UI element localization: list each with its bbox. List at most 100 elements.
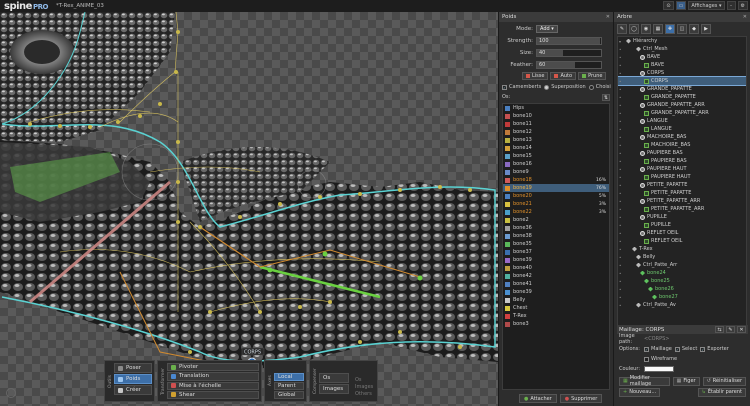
visibility-icon[interactable]: •: [619, 87, 624, 92]
tree-bone-node[interactable]: • Ctrl_Patte_Arr: [618, 261, 746, 269]
visibility-icon[interactable]: •: [619, 183, 624, 188]
events-filter-icon[interactable]: ◆: [689, 24, 699, 34]
poser-tool-button[interactable]: Poser: [114, 363, 152, 373]
link-icon[interactable]: ⇆: [715, 326, 724, 333]
image-path-value[interactable]: <CORPS>: [644, 336, 669, 342]
tree-bone-node[interactable]: • bone24: [618, 269, 746, 277]
hierarchy-root[interactable]: ▾ Hiérarchy: [618, 37, 746, 45]
pencil-icon[interactable]: ✎: [617, 24, 627, 34]
attacher-button[interactable]: ● Attacher: [519, 394, 557, 403]
visibility-icon[interactable]: •: [619, 207, 624, 212]
visibility-icon[interactable]: •: [619, 287, 624, 292]
anim-filter-icon[interactable]: ▶: [701, 24, 711, 34]
bone-weight-row[interactable]: bone42: [503, 272, 609, 280]
visibility-icon[interactable]: •: [619, 135, 624, 140]
bone-weight-row[interactable]: bone37: [503, 248, 609, 256]
visibility-icon[interactable]: •: [619, 255, 624, 260]
bone-weight-row[interactable]: Hips: [503, 104, 609, 112]
view-menu[interactable]: Affichages ▾: [688, 1, 725, 10]
choisi-radio[interactable]: Choisi: [588, 84, 611, 90]
etablir-parent-button[interactable]: ↳ Établir parent: [697, 387, 746, 397]
tree-attachment-node[interactable]: • PETITE_PAPATTE: [618, 189, 746, 197]
attachments-filter-icon[interactable]: ▦: [653, 24, 663, 34]
bone-weight-row[interactable]: T-Rex: [503, 312, 609, 320]
bone-weight-row[interactable]: bone39: [503, 288, 609, 296]
tree-slot-node[interactable]: • GRANDE_PAPATTE_ARR: [618, 101, 746, 109]
tree-attachment-node[interactable]: • PAUPIERE HAUT: [618, 173, 746, 181]
bone-weight-row[interactable]: bone15: [503, 152, 609, 160]
bone-weight-row[interactable]: bone10: [503, 112, 609, 120]
global-axes-button[interactable]: Global: [274, 391, 304, 399]
bone-weight-row[interactable]: bone9: [503, 168, 609, 176]
feather-slider[interactable]: 60: [536, 60, 602, 69]
bone-weight-row[interactable]: bone40: [503, 264, 609, 272]
visibility-icon[interactable]: •: [619, 55, 624, 60]
skins-filter-icon[interactable]: ◫: [677, 24, 687, 34]
tree-slot-node[interactable]: • PETITE_PAPATTE: [618, 181, 746, 189]
visibility-icon[interactable]: •: [619, 127, 624, 132]
strength-slider[interactable]: 100: [536, 36, 602, 45]
size-slider[interactable]: 40: [536, 48, 602, 57]
os-compensate-button[interactable]: Os: [319, 373, 349, 383]
editor-viewport[interactable]: CORPS: [0, 12, 498, 406]
visibility-icon[interactable]: •: [619, 271, 624, 276]
bone-weight-row[interactable]: bone38: [503, 232, 609, 240]
visibility-icon[interactable]: •: [619, 167, 624, 172]
bone-weight-row[interactable]: Belly: [503, 296, 609, 304]
visibility-icon[interactable]: •: [619, 199, 624, 204]
tree-attachment-node[interactable]: • MACHOIRE_BAS: [618, 141, 746, 149]
visibility-icon[interactable]: •: [619, 175, 624, 180]
mode-select[interactable]: Add ▾: [536, 24, 558, 33]
bone-weight-row[interactable]: bone20 5%: [503, 192, 609, 200]
constraints-filter-icon[interactable]: ✚: [665, 24, 675, 34]
delete-icon[interactable]: ✕: [737, 326, 746, 333]
visibility-icon[interactable]: •: [619, 47, 624, 52]
tree-slot-node[interactable]: • LANGUE: [618, 117, 746, 125]
tree-attachment-node[interactable]: • BAVE: [618, 61, 746, 69]
local-axes-button[interactable]: Local: [274, 373, 304, 381]
auto-button[interactable]: Auto: [550, 72, 577, 80]
shear-tool-button[interactable]: Shear: [167, 390, 259, 399]
parent-axes-button[interactable]: Parent: [274, 382, 304, 390]
bone-weight-row[interactable]: bone39: [503, 256, 609, 264]
bone-weight-row[interactable]: bone3: [503, 320, 609, 328]
trex-mesh-canvas[interactable]: CORPS: [0, 12, 498, 406]
bone-weight-list[interactable]: Hips bone10 bone11 bone12 bone13 bone14 bone15…: [502, 103, 610, 390]
bones-filter-icon[interactable]: ◯: [629, 24, 639, 34]
visibility-icon[interactable]: •: [619, 95, 624, 100]
visibility-icon[interactable]: •: [619, 143, 624, 148]
bone-weight-row[interactable]: bone41: [503, 280, 609, 288]
mode-toggle-button[interactable]: ⊙: [663, 1, 674, 10]
slots-filter-icon[interactable]: ◉: [641, 24, 651, 34]
modifier-maillage-button[interactable]: ▦ Modifier maillage: [619, 375, 670, 387]
visibility-icon[interactable]: •: [619, 159, 624, 164]
visibility-icon[interactable]: •: [619, 191, 624, 196]
tree-slot-node[interactable]: • PETITE_PAPATTE_ARR: [618, 197, 746, 205]
tree-slot-node[interactable]: • PAUPIERE HAUT: [618, 165, 746, 173]
bone-weight-row[interactable]: bone21 3%: [503, 200, 609, 208]
bone-weight-row[interactable]: bone2: [503, 216, 609, 224]
tree-slot-node[interactable]: • CORPS: [618, 69, 746, 77]
visibility-icon[interactable]: •: [619, 215, 624, 220]
view-mode-button[interactable]: ▭: [675, 1, 687, 10]
visibility-icon[interactable]: •: [619, 119, 624, 124]
visibility-icon[interactable]: •: [619, 63, 624, 68]
close-icon[interactable]: ✕: [606, 14, 610, 20]
tree-bone-node[interactable]: • bone26: [618, 285, 746, 293]
tree-bone-node[interactable]: • Ctrl_Mesh: [618, 45, 746, 53]
tree-attachment-node[interactable]: • GRANDE_PAPATTE_ARR: [618, 109, 746, 117]
visibility-icon[interactable]: •: [619, 239, 624, 244]
tree-slot-node[interactable]: • PAUPIERE BAS: [618, 149, 746, 157]
visibility-icon[interactable]: •: [619, 111, 624, 116]
tree-slot-node[interactable]: • GRANDE_PAPATTE: [618, 85, 746, 93]
tree-slot-node[interactable]: • BAVE: [618, 53, 746, 61]
bone-weight-row[interactable]: bone36: [503, 224, 609, 232]
prune-button[interactable]: Prune: [578, 72, 607, 80]
tree-attachment-node[interactable]: • PUPILLE: [618, 221, 746, 229]
close-icon[interactable]: ✕: [743, 14, 747, 20]
tree-attachment-node[interactable]: • CORPS: [618, 76, 746, 86]
wireframe-checkbox[interactable]: Wireframe: [644, 356, 677, 362]
pivoter-tool-button[interactable]: Pivoter: [167, 363, 259, 372]
visibility-icon[interactable]: •: [619, 71, 624, 76]
visibility-icon[interactable]: •: [619, 295, 624, 300]
